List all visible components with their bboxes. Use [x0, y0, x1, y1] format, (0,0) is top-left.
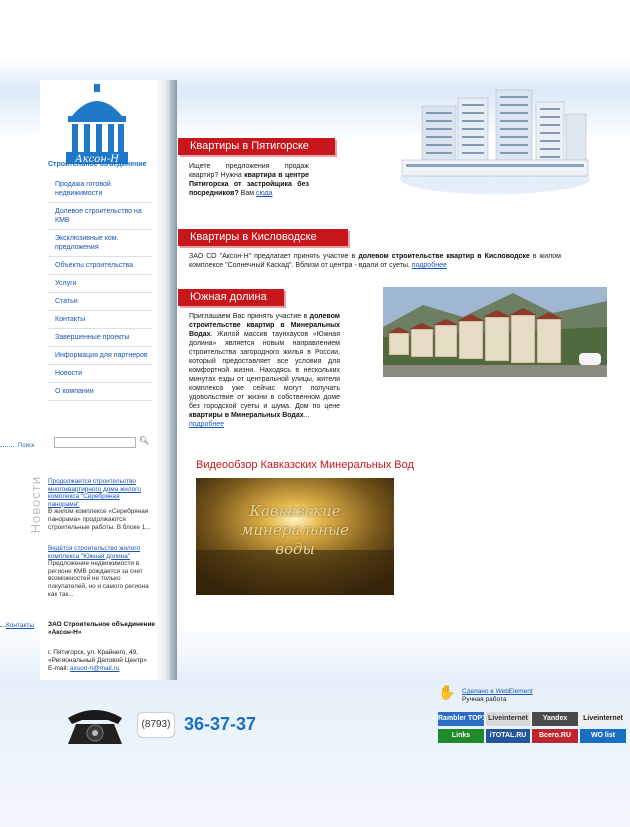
- counter-badge[interactable]: Всего.RU: [532, 729, 578, 743]
- news-item: Ведётся строительство жилого комплекса "…: [48, 545, 152, 598]
- sidebar-item-sale[interactable]: Продажа готовой недвижимости: [48, 176, 152, 203]
- brand-subtitle: Строительное объединение: [48, 161, 147, 168]
- video-overlay-text: Кавказские минеральные воды: [196, 502, 394, 559]
- news-section-title: Новости: [28, 476, 43, 534]
- text-bold: квартиры в Минеральных Водах: [189, 412, 304, 419]
- townhouse-photo[interactable]: [383, 287, 607, 377]
- news-item-link[interactable]: Продолжается строительство многоквартирн…: [48, 478, 152, 508]
- video-overlay-line: воды: [275, 540, 315, 558]
- news-item: Продолжается строительство многоквартирн…: [48, 478, 152, 531]
- sidebar-item-shared-construction[interactable]: Долевое строительство на КМВ: [48, 203, 152, 230]
- video-overlay-line: минеральные: [240, 521, 350, 539]
- sidebar-item-contacts[interactable]: Контакты: [48, 311, 152, 329]
- email-link[interactable]: axson-n@mail.ru: [70, 665, 119, 672]
- section-link-more[interactable]: подробнее: [412, 262, 447, 269]
- sidebar-item-partners[interactable]: Информация для партнеров: [48, 347, 152, 365]
- text-fragment: ...: [303, 412, 310, 419]
- search-icon[interactable]: 🔍︎: [139, 436, 149, 445]
- sidebar-item-news[interactable]: Новости: [48, 365, 152, 383]
- phone-number[interactable]: 36-37-37: [184, 714, 256, 735]
- text-fragment: Приглашаем Вас принять участие в: [189, 313, 310, 320]
- video-title: Видеообзор Кавказских Минеральных Вод: [196, 459, 414, 471]
- company-info: ЗАО Строительное объединение «Аксон-Н» г…: [48, 621, 158, 673]
- section-text-pyatigorsk: Ищете предложения продаж квартир? Нужна …: [189, 162, 309, 198]
- section-heading-south-valley[interactable]: Южная долина: [178, 289, 284, 306]
- sidebar-item-about[interactable]: О компании: [48, 383, 152, 401]
- telephone-icon: [68, 710, 122, 744]
- sidebar-item-objects[interactable]: Объекты строительства: [48, 257, 152, 275]
- counter-badge[interactable]: Liveinternet: [486, 712, 530, 726]
- text-fragment: . Жилой массив таунхаусов «Южная долина»…: [189, 331, 340, 410]
- company-email-row: E-mail: axson-n@mail.ru: [48, 665, 158, 673]
- counter-badge[interactable]: iTOTAL.RU: [486, 729, 530, 743]
- email-label: E-mail:: [48, 665, 69, 672]
- contacts-link[interactable]: Контакты: [6, 622, 34, 629]
- news-item-text: В жилом комплексе «Серебряная панорама» …: [48, 508, 151, 531]
- building-illustration: [400, 89, 590, 194]
- section-link-more[interactable]: подробнее: [189, 421, 224, 428]
- page-spine-shadow: [170, 80, 178, 680]
- section-link-more[interactable]: сюда: [256, 190, 273, 197]
- section-text-kislovodsk: ЗАО СО "Аксон-Н" предлагает принять учас…: [189, 252, 561, 270]
- counter-badge[interactable]: Liveinternet: [580, 712, 626, 726]
- company-address: г. Пятигорск, ул. Крайнего, 49, «Региона…: [48, 649, 147, 664]
- phone-code: (8793): [137, 712, 175, 738]
- sidebar-item-completed-projects[interactable]: Завершенные проекты: [48, 329, 152, 347]
- section-text-south-valley: Приглашаем Вас принять участие в долевом…: [189, 312, 340, 429]
- counter-badge[interactable]: Yandex: [532, 712, 578, 726]
- company-name: ЗАО Строительное объединение «Аксон-Н»: [48, 621, 156, 636]
- sidebar-nav: Продажа готовой недвижимости Долевое стр…: [48, 176, 152, 401]
- news-item-text: Предложение недвижимости в регионе КМВ р…: [48, 560, 149, 598]
- video-overlay-line: Кавказские: [249, 502, 341, 520]
- search-divider: [0, 446, 14, 447]
- counter-badge[interactable]: WO list: [580, 729, 626, 743]
- counter-badge[interactable]: Rambler TOP100: [438, 712, 484, 726]
- news-item-link[interactable]: Ведётся строительство жилого комплекса "…: [48, 545, 152, 560]
- search-label: Поиск: [18, 443, 35, 449]
- section-heading-pyatigorsk[interactable]: Квартиры в Пятигорске: [178, 138, 335, 155]
- text-fragment: ЗАО СО "Аксон-Н" предлагает принять учас…: [189, 253, 359, 260]
- hand-icon: ✋: [438, 684, 456, 700]
- sidebar-item-articles[interactable]: Статьи: [48, 293, 152, 311]
- made-by-subtitle: Ручная работа: [462, 696, 507, 703]
- text-fragment: Вам: [238, 190, 256, 197]
- section-heading-kislovodsk[interactable]: Квартиры в Кисловодске: [178, 229, 348, 246]
- made-by-link[interactable]: Сделано в WebElement: [462, 688, 533, 695]
- sidebar-item-services[interactable]: Услуги: [48, 275, 152, 293]
- sidebar-item-exclusive-offers[interactable]: Эксклюзивные ком. предложения: [48, 230, 152, 257]
- text-bold: долевом строительстве квартир в Кисловод…: [358, 253, 530, 260]
- search-input[interactable]: [54, 437, 136, 448]
- company-logo[interactable]: Аксон-Н: [62, 84, 132, 166]
- counter-badge[interactable]: Links: [438, 729, 484, 743]
